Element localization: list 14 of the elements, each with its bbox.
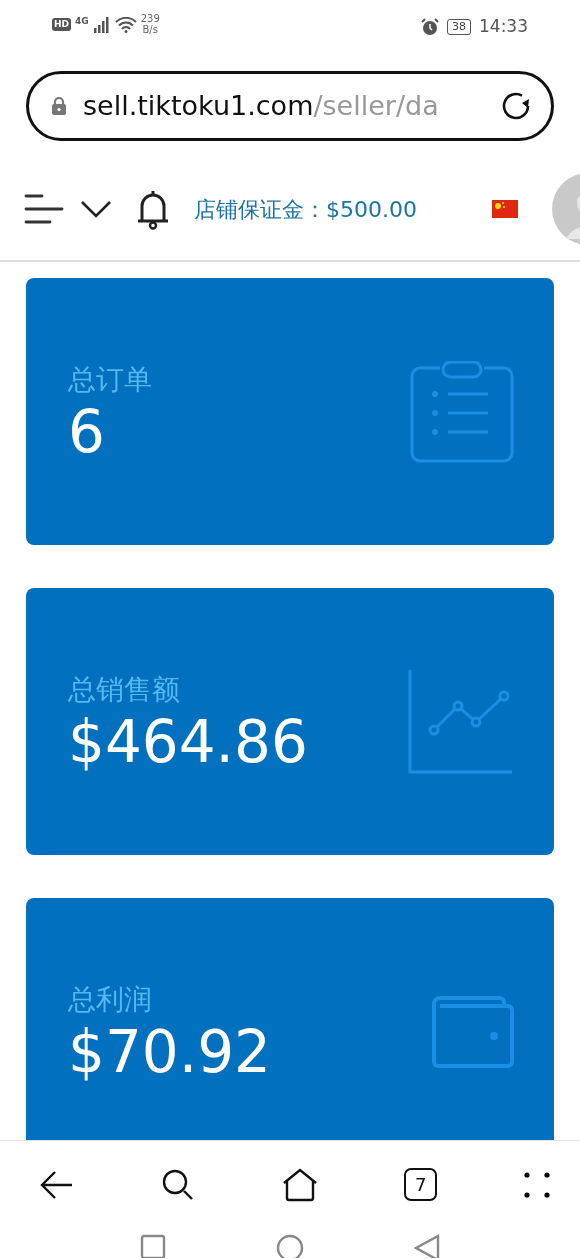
network-speed: 239: [140, 14, 160, 25]
stat-title: 总利润: [68, 981, 153, 1018]
clock-time: 14:33: [479, 15, 528, 38]
tab-count-button[interactable]: 7: [404, 1168, 438, 1201]
stat-value: $70.92: [68, 1020, 272, 1085]
stat-title: 总销售额: [68, 671, 181, 708]
stat-title: 总订单: [68, 361, 153, 398]
store-deposit-text: 店铺保证金：$500.00: [194, 195, 417, 224]
speed-unit: B/s: [141, 24, 159, 35]
hd-badge: HD: [52, 18, 71, 31]
network-type: 4G: [75, 17, 89, 26]
stat-value: $464.86: [68, 710, 309, 775]
battery-indicator: 38: [447, 18, 471, 35]
stat-value: 6: [68, 400, 106, 465]
